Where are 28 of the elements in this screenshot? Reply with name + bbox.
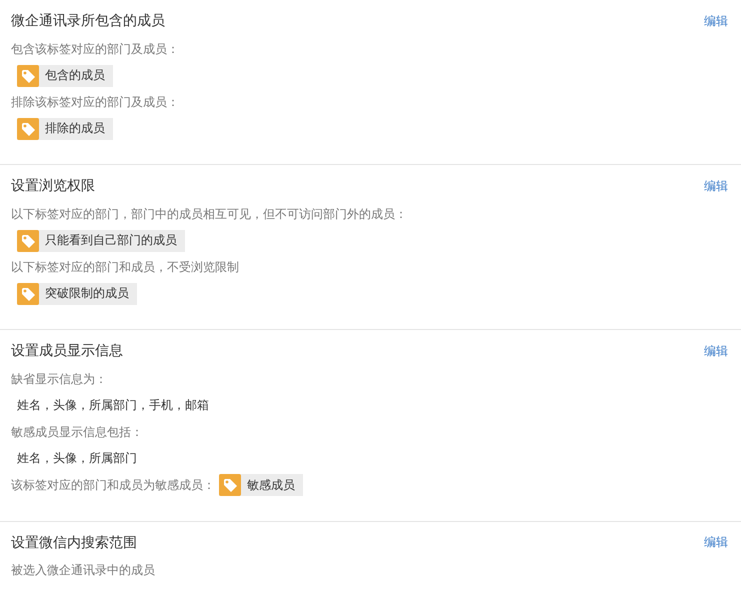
description-text: 排除该标签对应的部门及成员： [11,94,179,111]
section-title: 设置成员显示信息 [11,342,123,360]
tag-icon [17,64,39,87]
tag-label: 敏感成员 [247,476,295,494]
info-fields: 姓名，头像，所属部门 [11,450,137,468]
tag-icon [17,118,39,140]
edit-link[interactable]: 编辑 [704,342,728,360]
section-title: 设置浏览权限 [11,177,95,195]
description-text: 缺省显示信息为： [11,370,107,388]
edit-link[interactable]: 编辑 [704,534,728,551]
info-fields: 姓名，头像，所属部门，手机，邮箱 [11,397,209,414]
tag-icon [219,474,241,496]
section-title: 微企通讯录所包含的成员 [11,12,165,30]
tag-icon [17,282,39,305]
edit-link[interactable]: 编辑 [704,12,728,30]
tag-label: 只能看到自己部门的成员 [45,232,177,250]
tag-label: 突破限制的成员 [45,285,129,302]
description-text: 被选入微企通讯录中的成员 [11,562,155,580]
tag-label: 排除的成员 [45,120,105,138]
description-text: 该标签对应的部门和成员为敏感成员： [11,476,215,494]
tag-icon [17,230,39,252]
section-title: 设置微信内搜索范围 [11,534,137,552]
description-text: 包含该标签对应的部门及成员： [11,40,179,58]
edit-link[interactable]: 编辑 [704,178,728,194]
description-text: 以下标签对应的部门，部门中的成员相互可见，但不可访问部门外的成员： [11,206,407,223]
tag-label: 包含的成员 [45,67,105,84]
description-text: 以下标签对应的部门和成员，不受浏览限制 [11,258,239,276]
description-text: 敏感成员显示信息包括： [11,424,143,441]
